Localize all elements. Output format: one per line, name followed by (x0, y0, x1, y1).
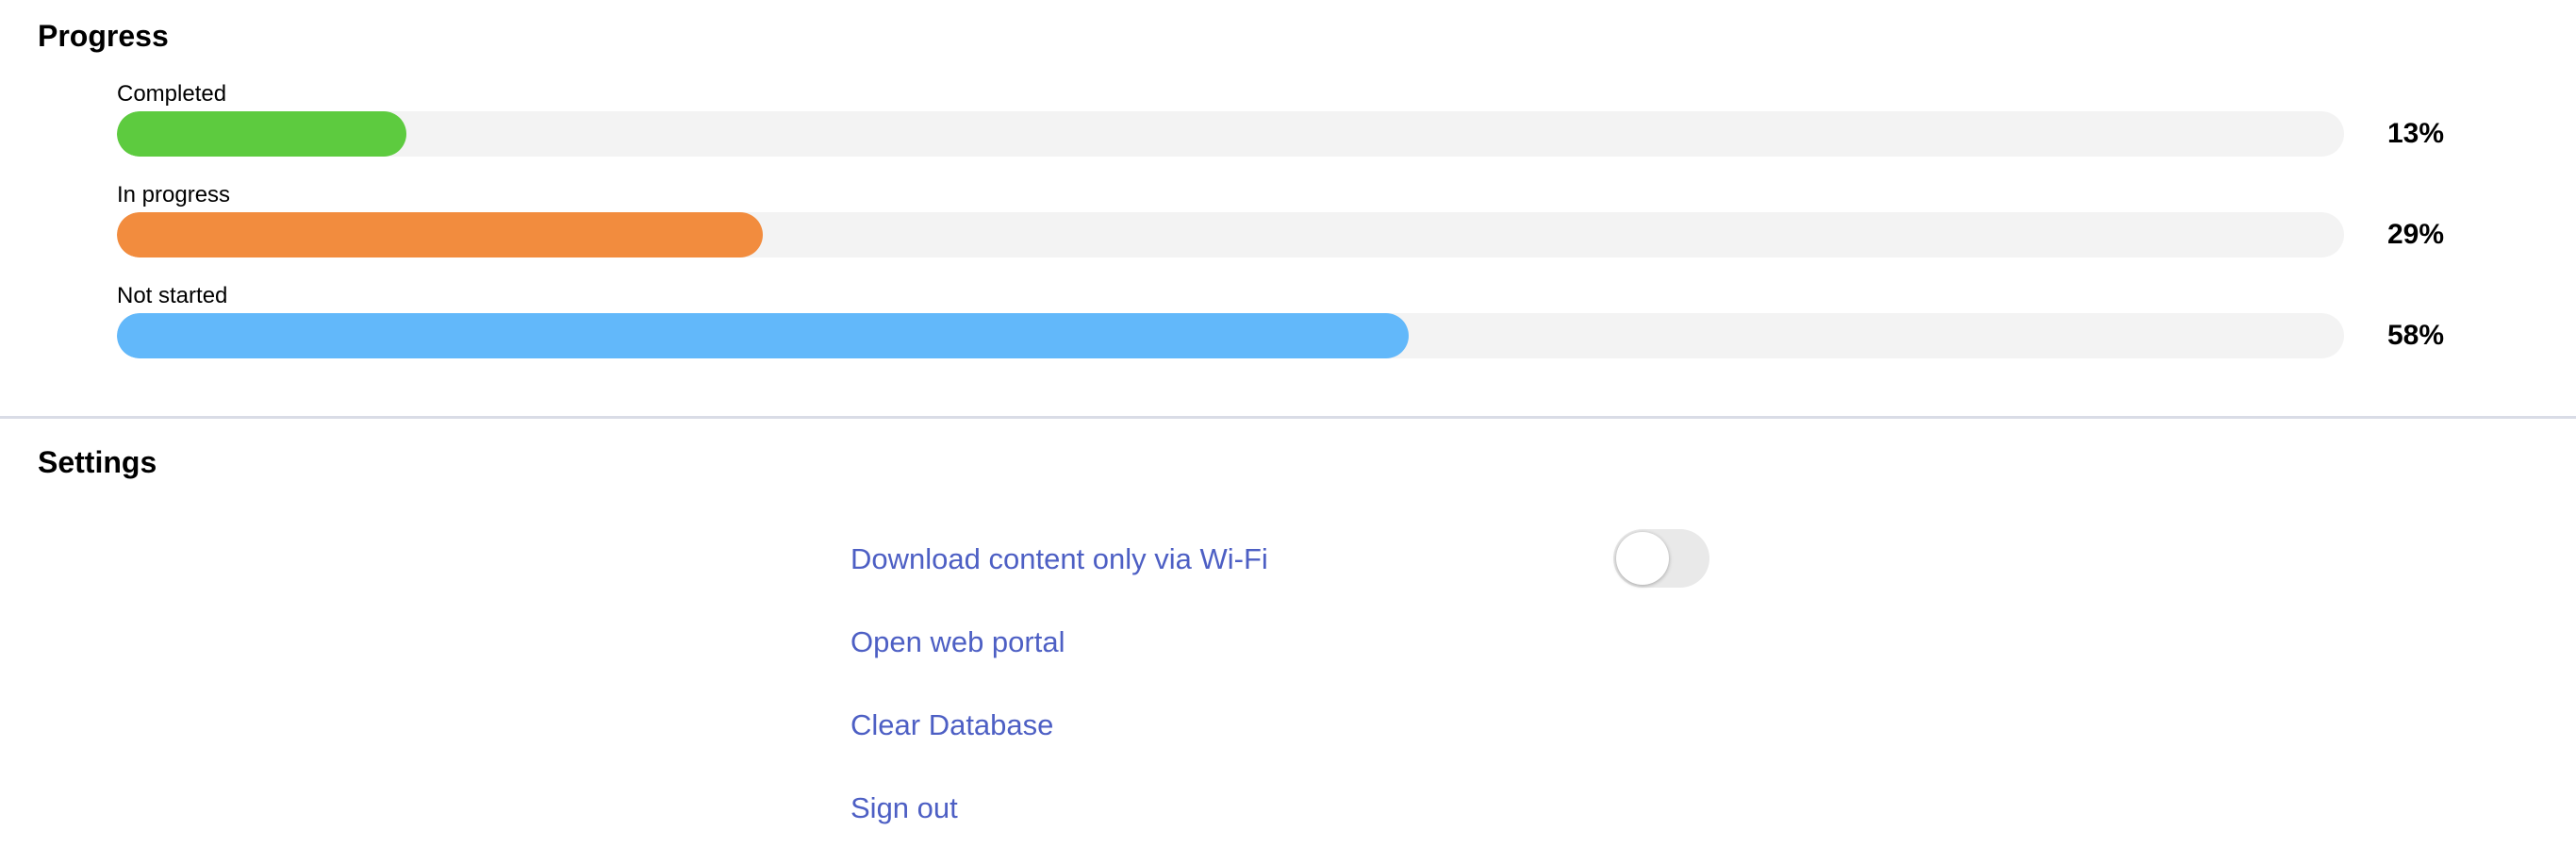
progress-fill-in-progress (117, 212, 763, 257)
sign-out-link[interactable]: Sign out (850, 793, 958, 822)
progress-row-completed: Completed 13% (117, 83, 2446, 177)
screen: Progress Completed 13% In progress 29% N… (0, 0, 2576, 847)
progress-row-not-started: Not started 58% (117, 285, 2446, 379)
wifi-only-toggle[interactable] (1613, 529, 1709, 588)
progress-percent-completed: 13% (2387, 118, 2445, 149)
progress-track-completed (117, 111, 2344, 157)
progress-label-not-started: Not started (117, 283, 228, 308)
progress-fill-not-started (117, 313, 1409, 358)
open-web-portal-link[interactable]: Open web portal (850, 627, 1065, 656)
progress-label-completed: Completed (117, 81, 227, 107)
progress-fill-completed (117, 111, 407, 157)
progress-row-in-progress: In progress 29% (117, 184, 2446, 278)
progress-track-in-progress (117, 212, 2344, 257)
section-divider (0, 416, 2576, 419)
wifi-only-setting-label[interactable]: Download content only via Wi-Fi (850, 544, 1268, 573)
progress-percent-in-progress: 29% (2387, 219, 2445, 250)
progress-track-not-started (117, 313, 2344, 358)
progress-percent-not-started: 58% (2387, 320, 2445, 351)
clear-database-link[interactable]: Clear Database (850, 710, 1053, 739)
toggle-knob (1616, 532, 1669, 585)
settings-section-title: Settings (38, 445, 157, 479)
progress-section-title: Progress (38, 19, 169, 53)
progress-label-in-progress: In progress (117, 182, 231, 208)
